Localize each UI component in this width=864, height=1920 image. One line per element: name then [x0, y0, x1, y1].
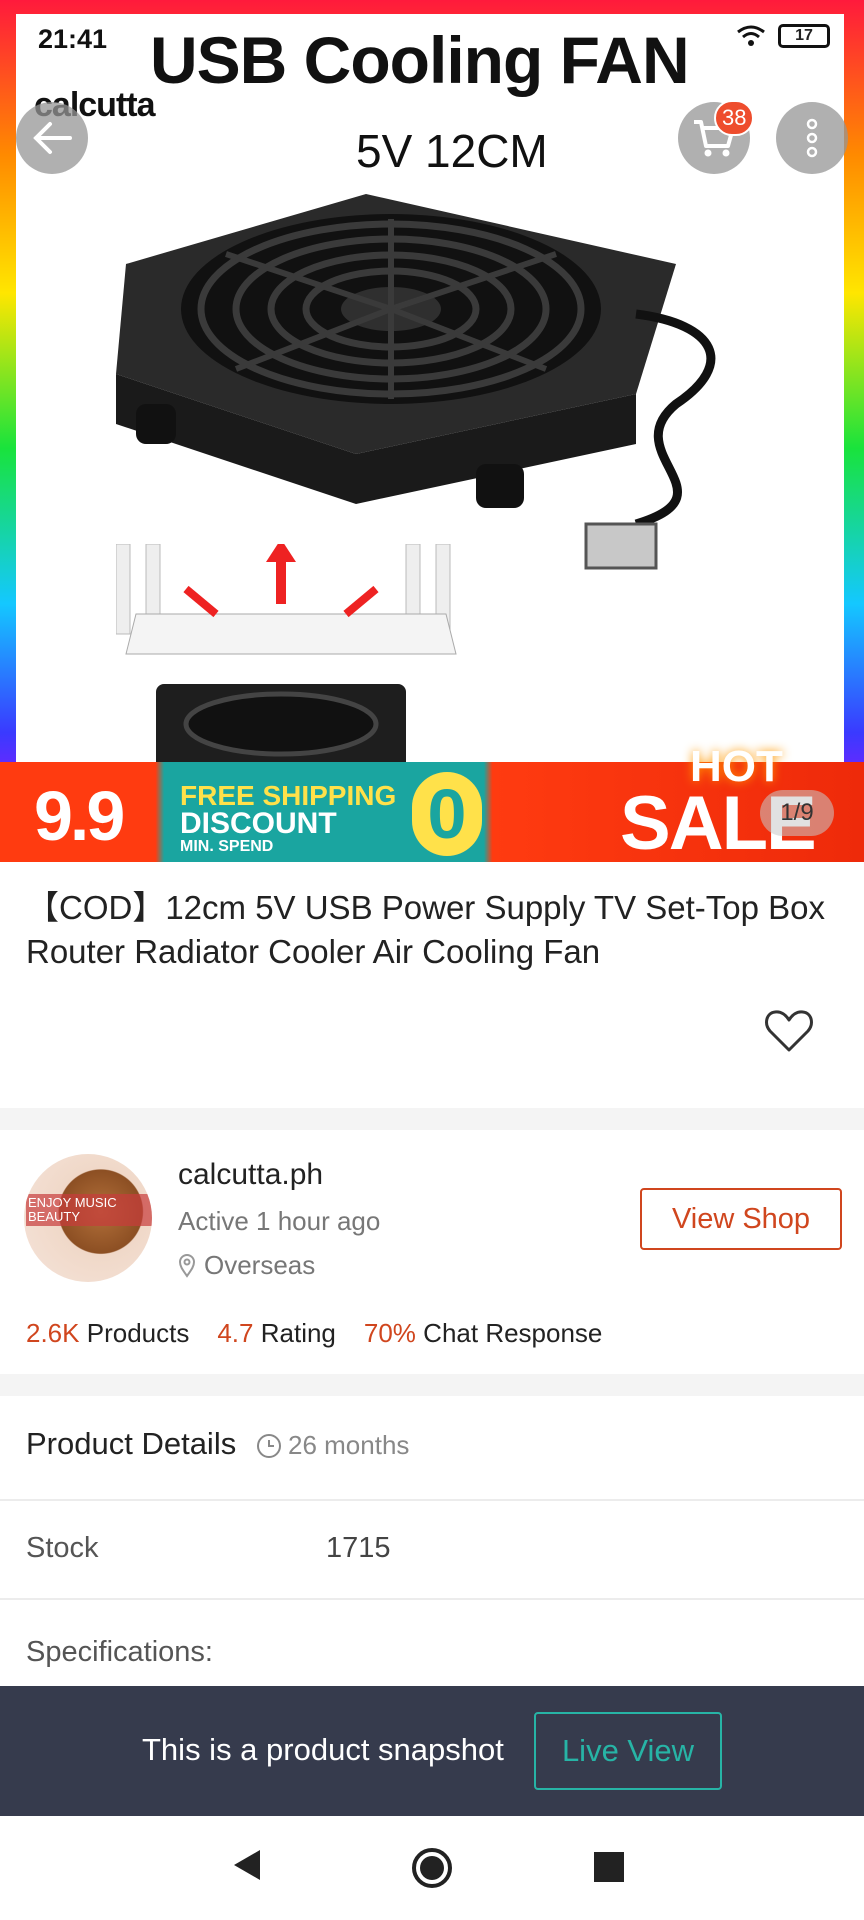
product-snapshot-page: 5V 12CM USB Cooling FAN calcutta 21:41 1… [0, 0, 864, 1920]
router-illustration [116, 544, 457, 774]
snapshot-text: This is a product snapshot [142, 1732, 504, 1767]
back-button[interactable] [16, 102, 88, 174]
avatar-text: ENJOY MUSIC BEAUTY [26, 1194, 152, 1226]
listing-age: 26 months [256, 1430, 409, 1461]
status-icons: 17 [736, 24, 830, 48]
nav-home-icon[interactable] [410, 1846, 454, 1890]
fan-illustration [116, 194, 716, 570]
product-details-heading: Product Details [26, 1426, 237, 1461]
stat-products: 2.6K Products [26, 1318, 189, 1349]
nav-recents-icon[interactable] [594, 1852, 624, 1882]
status-time: 21:41 [38, 24, 108, 54]
location-pin-icon [178, 1253, 196, 1278]
shop-name[interactable]: calcutta.ph [178, 1158, 323, 1192]
wifi-icon [737, 25, 765, 46]
shop-stats: 2.6K Products 4.7 Rating 70% Chat Respon… [26, 1318, 602, 1349]
listing-age-text: 26 months [288, 1430, 410, 1460]
shop-location: Overseas [178, 1250, 315, 1281]
promo-price: 9.9 [34, 777, 125, 855]
shop-section: ENJOY MUSIC BEAUTY calcutta.ph Active 1 … [0, 1130, 864, 1374]
cart-count-badge: 38 [714, 100, 755, 136]
section-divider [0, 1108, 864, 1130]
stat-label: Products [86, 1318, 190, 1348]
clock-icon [257, 1433, 281, 1458]
product-details-section: Product Details 26 months Stock 1715 Spe… [0, 1396, 864, 1686]
snapshot-bar: This is a product snapshot Live View [0, 1686, 864, 1816]
stat-chat-response: 70% Chat Response [364, 1318, 603, 1349]
promo-discount: DISCOUNT [180, 807, 337, 840]
stat-value: 70% [363, 1318, 416, 1348]
specifications-label: Specifications: [26, 1636, 213, 1668]
heart-icon[interactable] [762, 1004, 816, 1058]
row-divider [0, 1598, 864, 1600]
stock-label: Stock [26, 1532, 99, 1564]
stat-value: 2.6K [26, 1318, 80, 1348]
product-image-carousel[interactable]: 5V 12CM USB Cooling FAN calcutta 21:41 1… [0, 0, 864, 862]
battery-icon: 17 [778, 24, 830, 48]
promo-banner: 9.9 FREE SHIPPING DISCOUNT MIN. SPEND 0 … [0, 742, 864, 862]
view-shop-button[interactable]: View Shop [640, 1188, 842, 1250]
image-counter: 1/9 [760, 790, 834, 836]
hero-subtitle: 5V 12CM [356, 125, 548, 177]
row-divider [0, 1499, 864, 1501]
live-view-button[interactable]: Live View [534, 1712, 722, 1790]
stat-label: Chat Response [423, 1318, 603, 1348]
shop-avatar[interactable]: ENJOY MUSIC BEAUTY [24, 1154, 152, 1282]
promo-zero: 0 [412, 772, 482, 856]
promo-min-spend: MIN. SPEND [180, 838, 274, 855]
status-bar: 21:41 17 [0, 0, 864, 72]
section-divider [0, 1374, 864, 1396]
arrow-left-icon [33, 122, 72, 154]
product-title: 【COD】12cm 5V USB Power Supply TV Set-Top… [26, 889, 826, 970]
stock-value: 1715 [326, 1532, 391, 1564]
stat-rating: 4.7 Rating [217, 1318, 336, 1349]
stat-value: 4.7 [217, 1318, 254, 1348]
product-title-section: 【COD】12cm 5V USB Power Supply TV Set-Top… [0, 862, 864, 1108]
system-navigation-bar [0, 1816, 864, 1920]
shop-active-status: Active 1 hour ago [178, 1206, 381, 1236]
more-vertical-icon [806, 118, 818, 158]
stat-label: Rating [260, 1318, 336, 1348]
shop-location-text: Overseas [204, 1250, 316, 1280]
nav-back-icon[interactable] [232, 1848, 262, 1882]
more-options-button[interactable] [776, 102, 848, 174]
